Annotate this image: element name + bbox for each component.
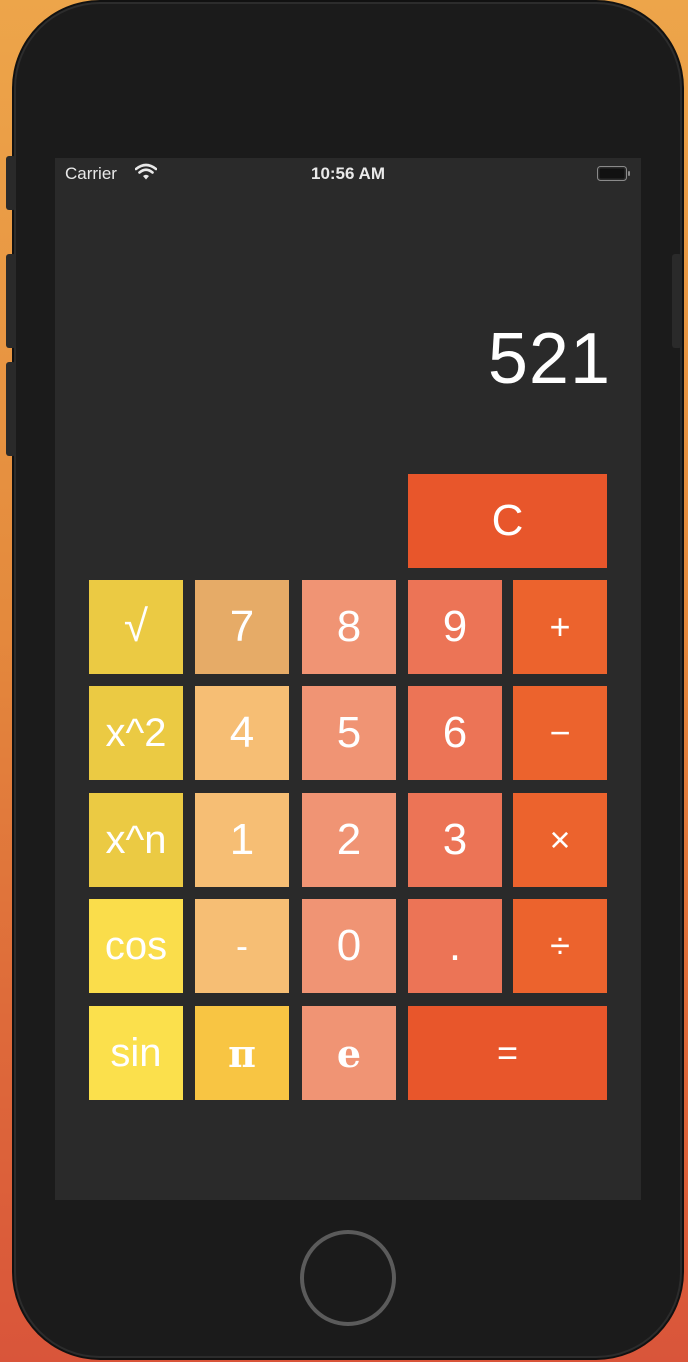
plus-button[interactable]: + xyxy=(513,580,607,674)
status-bar: Carrier 10:56 AM xyxy=(55,158,641,192)
power-button xyxy=(672,254,682,348)
app-screen: Carrier 10:56 AM 521 C √ 7 8 9 + x^2 4 5… xyxy=(55,158,641,1200)
digit-0-button[interactable]: 0 xyxy=(302,899,396,993)
status-time: 10:56 AM xyxy=(310,164,385,183)
power-n-button[interactable]: x^n xyxy=(89,793,183,887)
digit-2-button[interactable]: 2 xyxy=(302,793,396,887)
digit-5-button[interactable]: 5 xyxy=(302,686,396,780)
sin-button[interactable]: sin xyxy=(89,1006,183,1100)
decimal-button[interactable]: . xyxy=(408,899,502,993)
digit-6-button[interactable]: 6 xyxy=(408,686,502,780)
e-constant-button[interactable]: e xyxy=(302,1006,396,1100)
battery-icon xyxy=(597,166,630,181)
digit-9-button[interactable]: 9 xyxy=(408,580,502,674)
digit-4-button[interactable]: 4 xyxy=(195,686,289,780)
volume-down-button xyxy=(6,362,16,456)
home-button[interactable] xyxy=(300,1230,396,1326)
divide-button[interactable]: ÷ xyxy=(513,899,607,993)
clear-button[interactable]: C xyxy=(408,474,607,568)
negate-button[interactable]: - xyxy=(195,899,289,993)
multiply-button[interactable]: × xyxy=(513,793,607,887)
digit-3-button[interactable]: 3 xyxy=(408,793,502,887)
digit-8-button[interactable]: 8 xyxy=(302,580,396,674)
result-display: 521 xyxy=(487,319,611,399)
minus-button[interactable]: − xyxy=(513,686,607,780)
square-button[interactable]: x^2 xyxy=(89,686,183,780)
volume-up-button xyxy=(6,254,16,348)
digit-1-button[interactable]: 1 xyxy=(195,793,289,887)
sqrt-button[interactable]: √ xyxy=(89,580,183,674)
pi-button[interactable]: π xyxy=(195,1006,289,1100)
mute-switch xyxy=(6,156,16,210)
digit-7-button[interactable]: 7 xyxy=(195,580,289,674)
equals-button[interactable]: = xyxy=(408,1006,607,1100)
cos-button[interactable]: cos xyxy=(89,899,183,993)
